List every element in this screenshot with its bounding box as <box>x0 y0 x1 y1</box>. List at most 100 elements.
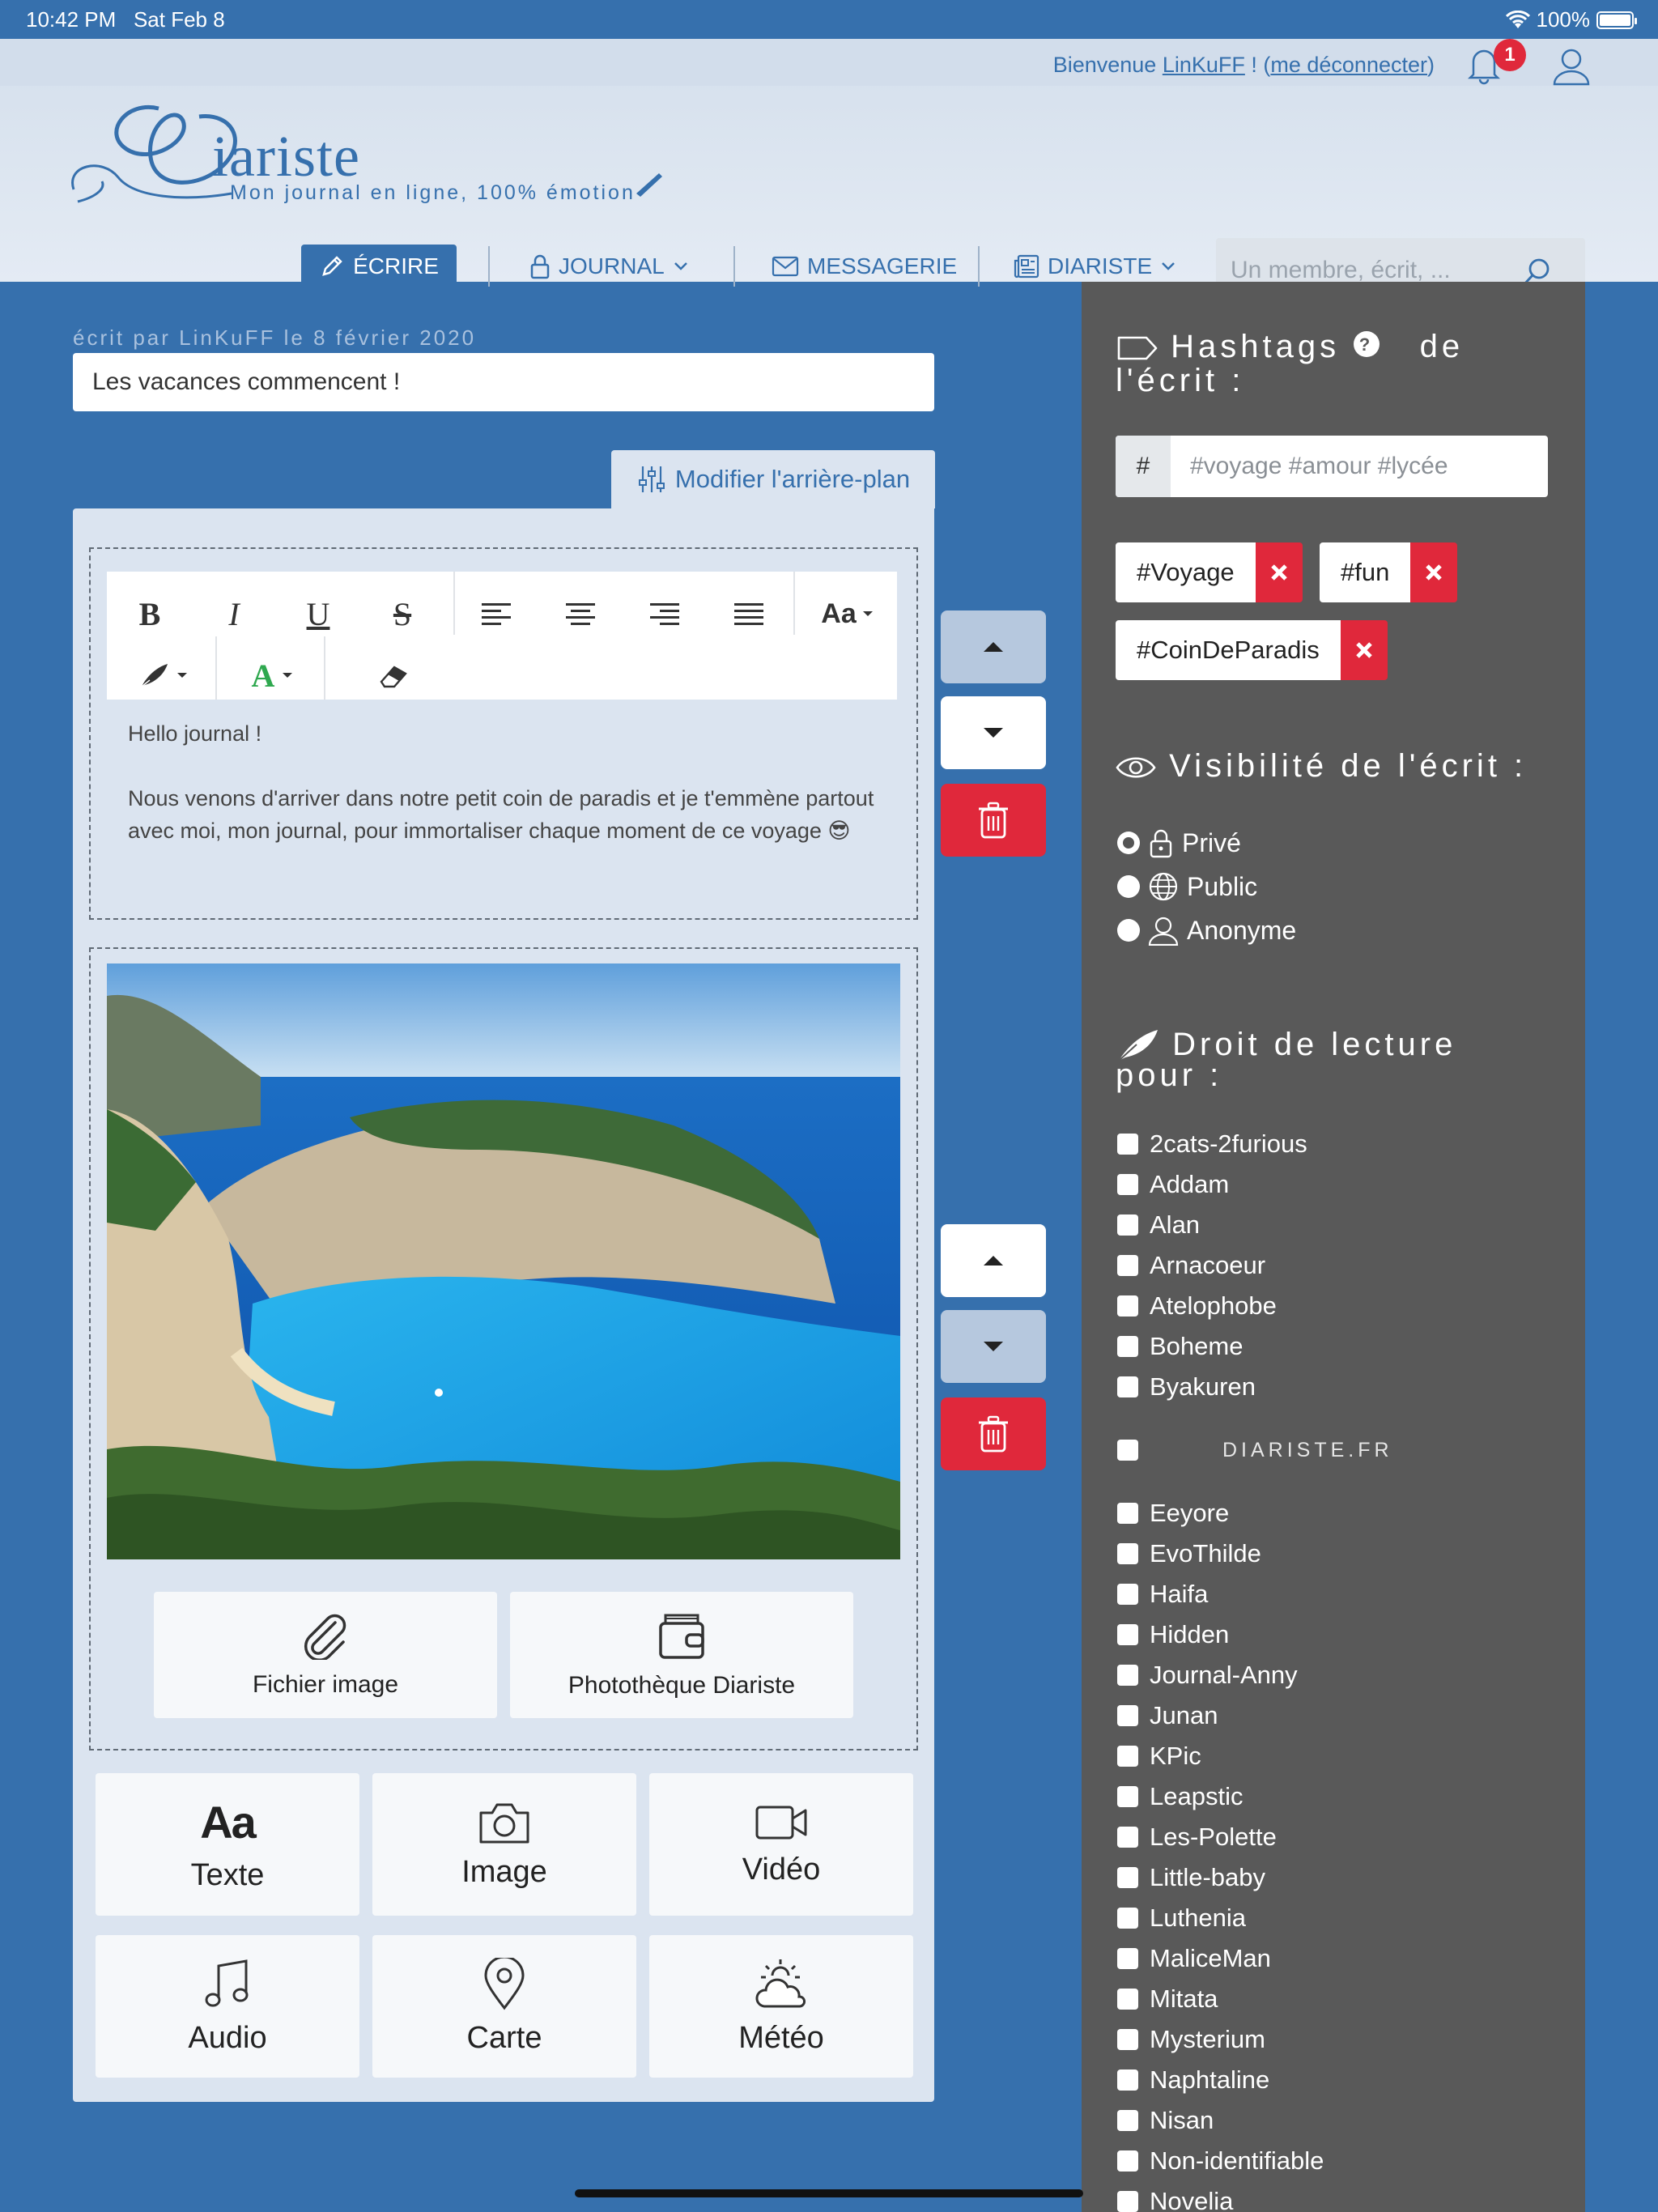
reader-row[interactable]: Eeyore <box>1117 1493 1571 1534</box>
reader-checkbox[interactable] <box>1117 1786 1138 1807</box>
add-image-block[interactable]: Image <box>372 1773 636 1916</box>
reader-checkbox[interactable] <box>1117 1665 1138 1686</box>
image-block-move-down[interactable] <box>941 1310 1046 1383</box>
reader-checkbox[interactable] <box>1117 2110 1138 2131</box>
align-center-button[interactable] <box>552 588 609 640</box>
reader-checkbox[interactable] <box>1117 2150 1138 2172</box>
notification-badge[interactable]: 1 <box>1494 39 1526 71</box>
reader-row[interactable]: Journal-Anny <box>1117 1655 1571 1695</box>
reader-row[interactable]: DIARISTE.FR <box>1117 1407 1571 1493</box>
visibility-option-anonymous[interactable]: Anonyme <box>1117 915 1296 946</box>
reader-row[interactable]: Arnacoeur <box>1117 1245 1571 1286</box>
reader-checkbox[interactable] <box>1117 1295 1138 1317</box>
reader-row[interactable]: Addam <box>1117 1164 1571 1205</box>
reader-row[interactable]: EvoThilde <box>1117 1534 1571 1574</box>
add-weather-block[interactable]: Météo <box>649 1935 913 2078</box>
entry-title-input[interactable] <box>73 353 934 411</box>
reader-checkbox[interactable] <box>1117 1746 1138 1767</box>
justify-button[interactable] <box>721 588 777 640</box>
align-left-button[interactable] <box>468 588 525 640</box>
image-block-delete[interactable] <box>941 1397 1046 1470</box>
reader-row[interactable]: Naphtaline <box>1117 2060 1571 2100</box>
reader-checkbox[interactable] <box>1117 1134 1138 1155</box>
font-size-dropdown[interactable]: Aa <box>811 588 884 640</box>
reader-row[interactable]: Les-Polette <box>1117 1817 1571 1857</box>
username-link[interactable]: LinKuFF <box>1163 53 1245 77</box>
pen-color-dropdown[interactable] <box>131 649 196 701</box>
messaging-link[interactable]: MESSAGERIE <box>772 245 957 288</box>
write-button[interactable]: ÉCRIRE <box>301 245 457 288</box>
reader-row[interactable]: Boheme <box>1117 1326 1571 1367</box>
text-color-dropdown[interactable]: A <box>236 649 309 701</box>
text-editor[interactable]: Hello journal ! Nous venons d'arriver da… <box>112 701 895 895</box>
add-audio-block[interactable]: Audio <box>96 1935 359 2078</box>
reader-checkbox[interactable] <box>1117 1908 1138 1929</box>
reader-checkbox[interactable] <box>1117 1503 1138 1524</box>
logout-link[interactable]: me déconnecter <box>1270 53 1427 77</box>
remove-tag-button[interactable] <box>1410 542 1458 602</box>
reader-row[interactable]: Hidden <box>1117 1614 1571 1655</box>
reader-checkbox[interactable] <box>1117 1440 1138 1461</box>
reader-row[interactable]: Mysterium <box>1117 2019 1571 2060</box>
underline-button[interactable]: U <box>290 588 346 640</box>
reader-row[interactable]: Mitata <box>1117 1979 1571 2019</box>
reader-row[interactable]: Non-identifiable <box>1117 2141 1571 2181</box>
reader-row[interactable]: Little-baby <box>1117 1857 1571 1898</box>
image-block-move-up[interactable] <box>941 1224 1046 1297</box>
reader-row[interactable]: Novelia <box>1117 2181 1571 2212</box>
photo-library-button[interactable]: Photothèque Diariste <box>510 1592 853 1718</box>
reader-checkbox[interactable] <box>1117 1867 1138 1888</box>
reader-checkbox[interactable] <box>1117 1174 1138 1195</box>
reader-checkbox[interactable] <box>1117 1827 1138 1848</box>
italic-button[interactable]: I <box>206 588 262 640</box>
add-video-block[interactable]: Vidéo <box>649 1773 913 1916</box>
reader-checkbox[interactable] <box>1117 1705 1138 1726</box>
text-block-move-down[interactable] <box>941 696 1046 769</box>
clear-format-button[interactable] <box>366 649 423 701</box>
visibility-option-private[interactable]: Privé <box>1117 827 1241 858</box>
user-icon[interactable] <box>1551 45 1592 87</box>
visibility-option-public[interactable]: Public <box>1117 871 1257 902</box>
help-icon[interactable]: ? <box>1353 330 1380 358</box>
reader-row[interactable]: Nisan <box>1117 2100 1571 2141</box>
reader-checkbox[interactable] <box>1117 1584 1138 1605</box>
reader-row[interactable]: 2cats-2furious <box>1117 1124 1571 1164</box>
reader-checkbox[interactable] <box>1117 1376 1138 1397</box>
align-right-button[interactable] <box>636 588 693 640</box>
hashtag-input[interactable] <box>1190 450 1530 483</box>
anonymous-radio[interactable] <box>1117 919 1140 942</box>
reader-checkbox[interactable] <box>1117 2191 1138 2212</box>
reader-row[interactable]: KPic <box>1117 1736 1571 1776</box>
reader-checkbox[interactable] <box>1117 1214 1138 1236</box>
reader-checkbox[interactable] <box>1117 1624 1138 1645</box>
private-radio[interactable] <box>1117 832 1140 854</box>
reader-checkbox[interactable] <box>1117 1989 1138 2010</box>
text-block-delete[interactable] <box>941 784 1046 857</box>
text-block-move-up[interactable] <box>941 610 1046 683</box>
reader-row[interactable]: Alan <box>1117 1205 1571 1245</box>
remove-tag-button[interactable] <box>1255 542 1303 602</box>
journal-menu[interactable]: JOURNAL <box>529 245 689 288</box>
strikethrough-button[interactable]: S <box>374 588 431 640</box>
bold-button[interactable]: B <box>121 588 178 640</box>
add-text-block[interactable]: Aa Texte <box>96 1773 359 1916</box>
change-background-button[interactable]: Modifier l'arrière-plan <box>611 450 935 508</box>
reader-checkbox[interactable] <box>1117 1543 1138 1564</box>
public-radio[interactable] <box>1117 875 1140 898</box>
reader-checkbox[interactable] <box>1117 1336 1138 1357</box>
reader-checkbox[interactable] <box>1117 1255 1138 1276</box>
reader-row[interactable]: Atelophobe <box>1117 1286 1571 1326</box>
reader-row[interactable]: Luthenia <box>1117 1898 1571 1938</box>
reader-checkbox[interactable] <box>1117 2029 1138 2050</box>
remove-tag-button[interactable] <box>1340 620 1388 680</box>
add-map-block[interactable]: Carte <box>372 1935 636 2078</box>
reader-row[interactable]: Junan <box>1117 1695 1571 1736</box>
reader-row[interactable]: MaliceMan <box>1117 1938 1571 1979</box>
reader-row[interactable]: Haifa <box>1117 1574 1571 1614</box>
reader-row[interactable]: Byakuren <box>1117 1367 1571 1407</box>
reader-checkbox[interactable] <box>1117 2069 1138 2091</box>
upload-file-button[interactable]: Fichier image <box>154 1592 497 1718</box>
reader-checkbox[interactable] <box>1117 1948 1138 1969</box>
reader-row[interactable]: Leapstic <box>1117 1776 1571 1817</box>
home-indicator[interactable] <box>575 2189 1083 2197</box>
